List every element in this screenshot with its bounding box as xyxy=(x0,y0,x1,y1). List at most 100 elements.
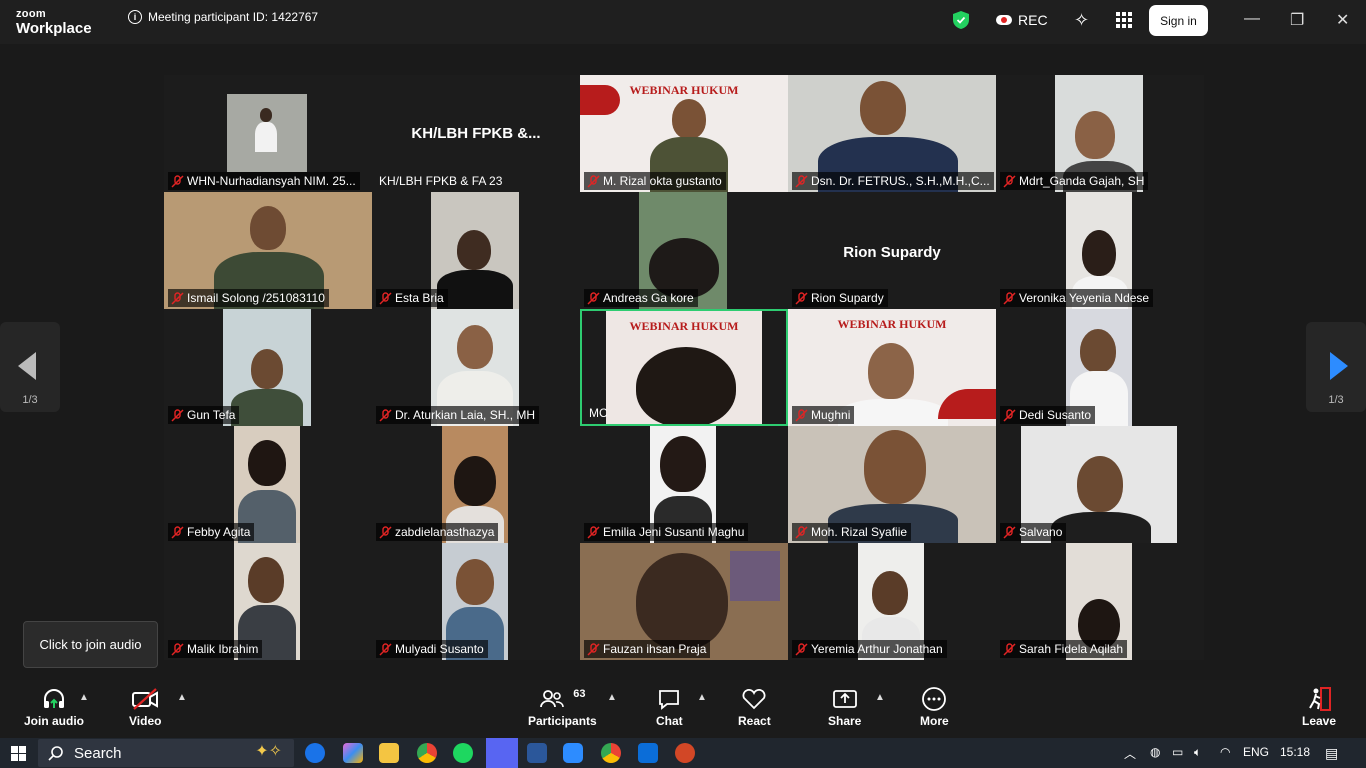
mic-muted-icon xyxy=(171,291,184,305)
participant-tile[interactable]: Rion Supardy Rion Supardy xyxy=(788,192,996,309)
search-icon xyxy=(48,746,63,761)
chat-icon xyxy=(657,684,681,714)
participant-tile[interactable]: Malik Ibrahim xyxy=(164,543,372,660)
word-icon[interactable] xyxy=(527,743,547,763)
sign-in-button[interactable]: Sign in xyxy=(1149,5,1208,36)
prev-page-button[interactable]: 1/3 xyxy=(0,322,60,412)
chrome-icon-2[interactable] xyxy=(601,743,621,763)
participant-label: Ismail Solong /251083110 xyxy=(168,289,329,307)
participant-tile[interactable]: Moh. Rizal Syafiie xyxy=(788,426,996,543)
battery-icon[interactable]: ▭ xyxy=(1172,745,1183,759)
close-icon[interactable]: ✕ xyxy=(1336,10,1349,30)
restore-icon[interactable]: ❐ xyxy=(1290,10,1304,30)
join-audio-tooltip: Click to join audio xyxy=(23,621,158,668)
video-off-icon xyxy=(131,684,159,714)
participant-tile[interactable]: Ismail Solong /251083110 xyxy=(164,192,372,309)
participant-label: Veronika Yeyenia Ndese xyxy=(1000,289,1154,307)
participant-name: Ismail Solong /251083110 xyxy=(187,291,325,305)
participant-tile[interactable]: Dedi Susanto xyxy=(996,309,1204,426)
participant-tile[interactable]: Yeremia Arthur Jonathan xyxy=(788,543,996,660)
react-button[interactable]: React xyxy=(738,684,771,728)
participant-tile[interactable]: Gun Tefa xyxy=(164,309,372,426)
participant-label: Sarah Fidela Aqilah xyxy=(1000,640,1128,658)
audio-options-caret[interactable]: ▲ xyxy=(79,692,89,703)
participant-tile[interactable]: KH/LBH FPKB &... KH/LBH FPKB & FA 23 xyxy=(372,75,580,192)
ai-sparkle-icon[interactable]: ✧ xyxy=(1074,10,1089,31)
brand-top: zoom xyxy=(16,8,46,20)
shield-icon[interactable] xyxy=(953,11,969,34)
mic-muted-icon xyxy=(1003,408,1016,422)
discord-icon[interactable] xyxy=(486,738,518,768)
participant-tile[interactable]: Mdrt_Ganda Gajah, SH xyxy=(996,75,1204,192)
participant-tile[interactable]: Dr. Aturkian Laia, SH., MH xyxy=(372,309,580,426)
windows-start-icon[interactable] xyxy=(11,746,26,761)
tray-app-icon[interactable]: ◍ xyxy=(1150,745,1160,759)
mic-muted-icon xyxy=(1003,525,1016,539)
edge-icon[interactable] xyxy=(305,743,325,763)
notification-icon[interactable]: ▤ xyxy=(1325,745,1338,762)
file-explorer-icon[interactable] xyxy=(379,743,399,763)
participant-tile[interactable]: Sarah Fidela Aqilah xyxy=(996,543,1204,660)
participant-tile[interactable]: Andreas Ga kore xyxy=(580,192,788,309)
taskbar-search[interactable]: Search ✦✧ xyxy=(38,739,294,767)
mic-muted-icon xyxy=(171,642,184,656)
participant-tile[interactable]: Fauzan ihsan Praja xyxy=(580,543,788,660)
join-audio-button[interactable]: Join audio xyxy=(24,684,84,728)
active-speaker-tile[interactable]: WEBINAR HUKUM MC xyxy=(580,309,788,426)
apps-grid-icon[interactable] xyxy=(1116,12,1132,28)
participants-options-caret[interactable]: ▲ xyxy=(607,692,617,703)
join-audio-label: Join audio xyxy=(24,714,84,728)
participant-tile[interactable]: Veronika Yeyenia Ndese xyxy=(996,192,1204,309)
participant-tile[interactable]: Esta Bria xyxy=(372,192,580,309)
wifi-icon[interactable]: ◠ xyxy=(1220,745,1230,759)
participant-label: MC xyxy=(586,404,612,422)
volume-icon[interactable]: 🔈︎ xyxy=(1194,745,1201,760)
spotify-icon[interactable] xyxy=(453,743,473,763)
participant-tile[interactable]: zabdielanasthazya xyxy=(372,426,580,543)
powerpoint-icon[interactable] xyxy=(675,743,695,763)
participant-name: Veronika Yeyenia Ndese xyxy=(1019,291,1150,305)
share-label: Share xyxy=(828,714,862,728)
tray-chevron-icon[interactable]: ︿ xyxy=(1124,745,1136,762)
mic-muted-icon xyxy=(379,291,392,305)
participant-big-name: KH/LBH FPKB &... xyxy=(411,125,541,142)
participant-label: WHN-Nurhadiansyah NIM. 25... xyxy=(168,172,360,190)
participant-tile[interactable]: Febby Agita xyxy=(164,426,372,543)
chat-options-caret[interactable]: ▲ xyxy=(697,692,707,703)
participant-tile[interactable]: WEBINAR HUKUM M. Rizal okta gustanto xyxy=(580,75,788,192)
video-button[interactable]: Video xyxy=(129,684,161,728)
participant-tile[interactable]: WHN-Nurhadiansyah NIM. 25... xyxy=(164,75,372,192)
participant-tile[interactable]: Emilia Jeni Susanti Maghu xyxy=(580,426,788,543)
more-icon xyxy=(921,684,947,714)
sparkle-icon: ✦✧ xyxy=(255,743,282,760)
tooltip-text: Click to join audio xyxy=(39,637,142,652)
participant-tile[interactable]: Dsn. Dr. FETRUS., S.H.,M.H.,C... xyxy=(788,75,996,192)
minimize-icon[interactable]: — xyxy=(1244,10,1260,28)
zoom-app-icon[interactable] xyxy=(563,743,583,763)
chat-label: Chat xyxy=(656,714,683,728)
participant-tile[interactable]: Mulyadi Susanto xyxy=(372,543,580,660)
remote-desktop-icon[interactable] xyxy=(638,743,658,763)
meeting-info[interactable]: i Meeting participant ID: 1422767 xyxy=(128,10,318,24)
participant-tile[interactable]: WEBINAR HUKUM Mughni xyxy=(788,309,996,426)
rec-indicator[interactable]: REC xyxy=(996,12,1048,28)
participant-tile[interactable]: Salvano xyxy=(996,426,1204,543)
leave-button[interactable]: Leave xyxy=(1302,684,1336,728)
participant-name: Emilia Jeni Susanti Maghu xyxy=(603,525,745,539)
share-options-caret[interactable]: ▲ xyxy=(875,692,885,703)
chat-button[interactable]: Chat xyxy=(656,684,683,728)
more-button[interactable]: More xyxy=(920,684,949,728)
participants-button[interactable]: 63 Participants xyxy=(528,684,597,728)
participant-name: MC xyxy=(589,406,608,420)
chrome-icon[interactable] xyxy=(417,743,437,763)
next-page-button[interactable]: 1/3 xyxy=(1306,322,1366,412)
mic-muted-icon xyxy=(1003,174,1016,188)
share-button[interactable]: Share xyxy=(828,684,861,728)
video-options-caret[interactable]: ▲ xyxy=(177,692,187,703)
participant-name: Yeremia Arthur Jonathan xyxy=(811,642,943,656)
mic-muted-icon xyxy=(795,525,808,539)
language-indicator[interactable]: ENG xyxy=(1243,745,1269,759)
mic-muted-icon xyxy=(795,291,808,305)
copilot-icon[interactable] xyxy=(343,743,363,763)
clock[interactable]: 15:18 xyxy=(1280,745,1310,759)
